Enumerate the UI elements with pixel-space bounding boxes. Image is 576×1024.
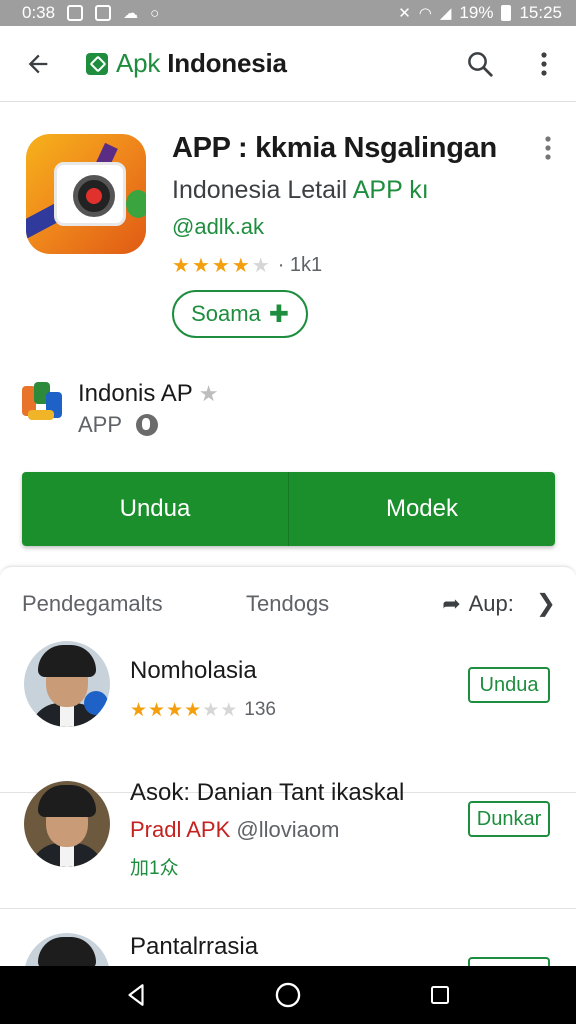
more-vert-icon (545, 136, 551, 160)
nav-recents-icon (431, 986, 449, 1004)
item-title: Asok: Danian Tant ikaskal (130, 779, 405, 806)
star-icon: ★ (172, 254, 190, 277)
follow-button[interactable]: Soama ✚ (172, 290, 308, 338)
tab-recommended[interactable]: Pendegamalts (22, 591, 163, 617)
item-subtitle-handle: @lloviaom (236, 817, 340, 842)
signal-mute-icon: ✕ (398, 4, 411, 22)
wifi-icon: ◠ (418, 4, 432, 22)
star-icon: ★ (184, 699, 202, 721)
status-clock: 15:25 (519, 3, 562, 22)
app-icon (26, 134, 146, 254)
item-rating: ★ ★ ★ ★ ★ ★ 136 (130, 699, 276, 721)
nav-home-icon (275, 982, 301, 1008)
avatar (24, 641, 110, 727)
app-notification-icon (95, 5, 112, 21)
app-bar: Apk Indonesia (0, 26, 576, 102)
brand-logo-icon (86, 52, 108, 75)
item-title: Pantalrrasia (130, 933, 259, 960)
developer-name: Indonis AP ★ (78, 380, 218, 408)
dot-icon: ○ (150, 4, 160, 22)
app-subtitle-accent: APP kı (352, 176, 429, 204)
item-install-button[interactable]: Undua (468, 667, 550, 703)
developer-logo-icon (20, 380, 66, 426)
developer-type: APP (78, 412, 159, 438)
nav-back-button[interactable] (111, 970, 161, 1020)
star-icon: ★ (148, 699, 166, 721)
nav-back-icon (128, 984, 144, 1006)
tab-more[interactable]: ➦ Aup: ❯ (442, 589, 556, 618)
app-subtitle: Indonesia Letail APP kı (172, 176, 429, 205)
avatar (24, 933, 110, 966)
install-button[interactable]: Undua (22, 472, 288, 546)
back-button[interactable] (0, 26, 76, 102)
item-button[interactable] (468, 957, 550, 966)
battery-icon (501, 5, 512, 21)
item-subtitle-accent: Pradl APK (130, 817, 231, 842)
arrow-left-icon (28, 54, 48, 73)
globe-icon (136, 414, 159, 436)
plus-icon: ✚ (268, 300, 289, 328)
nav-bar (0, 966, 576, 1024)
camera-icon (54, 162, 126, 226)
list-item[interactable]: Asok: Danian Tant ikaskal Pradl APK @llo… (0, 755, 576, 909)
notification-icon (67, 5, 84, 21)
item-subtitle: Pradl APK @lloviaom (130, 817, 339, 843)
star-icon: ★ (202, 699, 220, 721)
cloud-icon: ☁ (123, 4, 139, 22)
star-icon: ★ (231, 254, 250, 277)
status-bar: 0:38 ☁ ○ ✕ ◠ ◢ 19% 15:25 (0, 0, 576, 26)
tabs: Pendegamalts Tendogs ➦ Aup: ❯ (0, 567, 576, 639)
brand[interactable]: Apk Indonesia (86, 48, 287, 79)
app-subtitle-main: Indonesia Letail (172, 176, 348, 204)
action-row: Undua Modek (22, 472, 555, 546)
app-title: APP : kkmia Nsgalingan (172, 132, 497, 164)
cell-signal-icon: ◢ (439, 4, 452, 22)
more-options-button[interactable] (512, 26, 576, 102)
tab-trending[interactable]: Tendogs (246, 591, 329, 617)
star-half-icon: ★ (251, 254, 270, 277)
avatar (24, 781, 110, 867)
developer-type-text: APP (78, 412, 123, 437)
item-title: Nomholasia (130, 657, 257, 684)
item-rating-count: 136 (244, 699, 276, 720)
search-icon (468, 51, 493, 77)
brand-suffix: Indonesia (167, 48, 287, 78)
battery-percent: 19% (459, 3, 494, 22)
app-handle[interactable]: @adlk.ak (172, 214, 264, 240)
rating-count: · 1k1 (277, 254, 323, 276)
follow-label: Soama (191, 301, 261, 326)
content-card: Pendegamalts Tendogs ➦ Aup: ❯ Nomholasia… (0, 566, 576, 966)
developer-row[interactable]: Indonis AP ★ APP (20, 378, 560, 442)
chevron-right-icon: ❯ (535, 590, 556, 617)
brand-title: Apk Indonesia (116, 48, 287, 79)
star-icon: ★ (198, 381, 219, 406)
star-icon: ★ (211, 254, 230, 277)
mode-button[interactable]: Modek (288, 472, 555, 546)
share-arrow-icon: ➦ (442, 590, 461, 616)
nav-home-button[interactable] (263, 970, 313, 1020)
search-button[interactable] (448, 26, 512, 102)
star-icon: ★ (166, 699, 184, 721)
app-more-button[interactable] (536, 132, 560, 164)
star-icon: ★ (220, 699, 238, 721)
star-icon: ★ (191, 254, 210, 277)
item-download-button[interactable]: Dunkar (468, 801, 550, 837)
star-icon: ★ (130, 699, 148, 721)
nav-recents-button[interactable] (415, 970, 465, 1020)
more-vert-icon (541, 51, 547, 76)
developer-name-text: Indonis AP (78, 380, 193, 407)
tab-more-label: Aup: (468, 590, 514, 616)
list-item[interactable]: Pantalrrasia (0, 909, 576, 966)
status-time: 0:38 (22, 3, 56, 22)
item-meta: 加1众 (130, 858, 179, 879)
brand-prefix: Apk (116, 48, 161, 78)
app-header: APP : kkmia Nsgalingan Indonesia Letail … (0, 104, 576, 354)
app-rating: ★ ★ ★ ★ ★ · 1k1 (172, 254, 322, 277)
